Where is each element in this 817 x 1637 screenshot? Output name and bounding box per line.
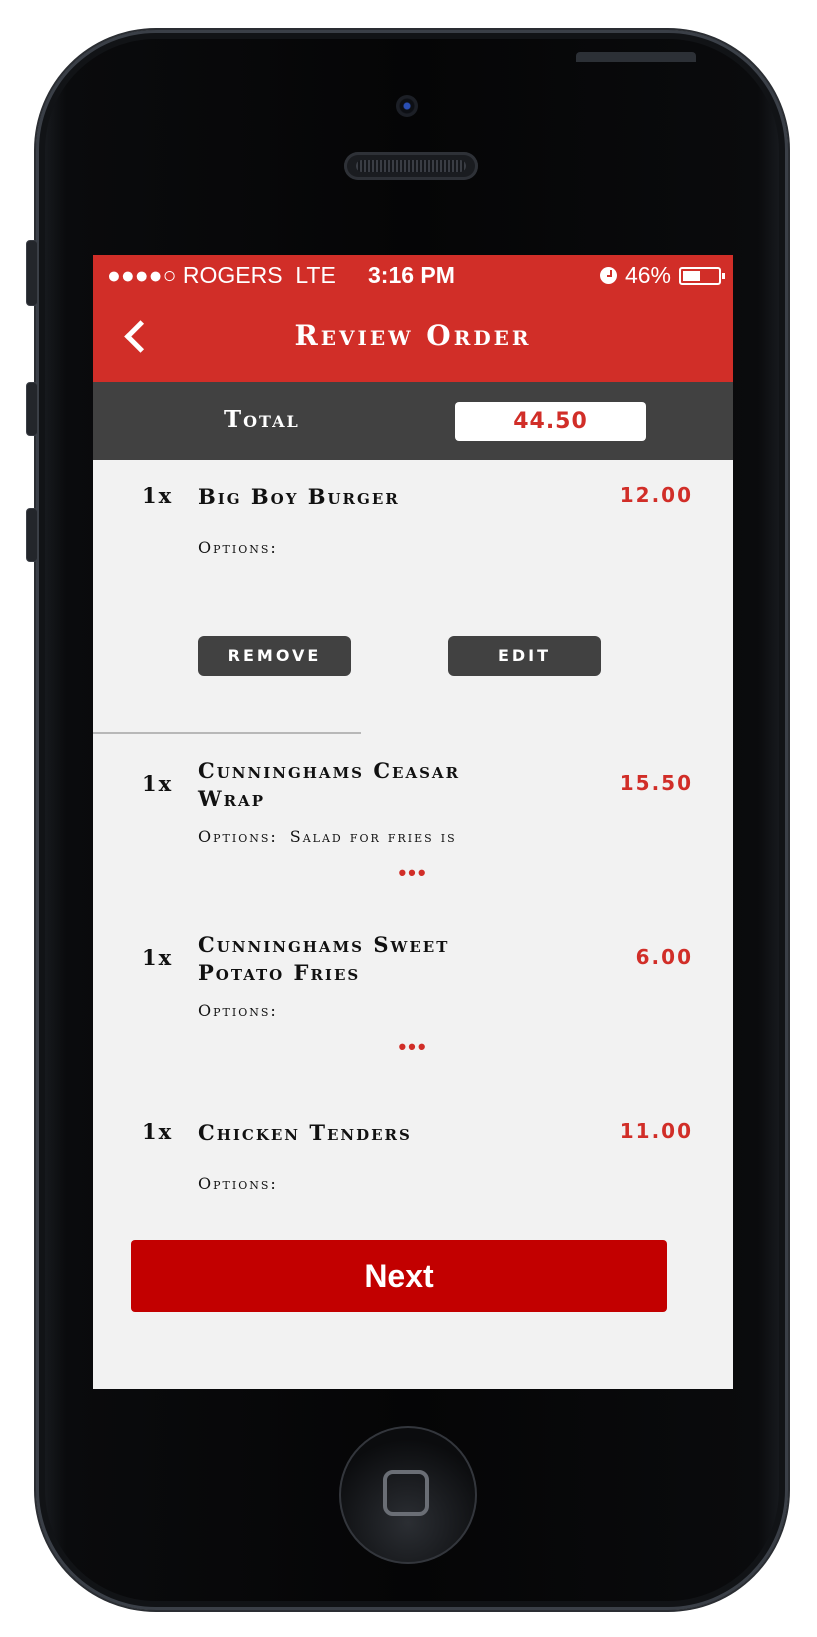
item-quantity: 1x <box>142 483 174 508</box>
item-quantity: 1x <box>142 1119 174 1144</box>
front-camera <box>396 95 418 117</box>
remove-button[interactable]: remove <box>198 636 351 676</box>
item-options: Options: <box>198 1001 290 1020</box>
battery-icon <box>679 266 725 285</box>
options-value: Salad for fries is <box>289 827 457 846</box>
status-bar: ●●●●○ ROGERS LTE 3:16 PM 46% <box>93 255 733 295</box>
alarm-icon <box>599 267 617 284</box>
power-button <box>576 52 696 62</box>
more-options-ellipsis[interactable]: ••• <box>93 862 733 884</box>
item-options: Options: <box>198 538 290 557</box>
total-label: Total <box>224 406 300 433</box>
item-divider <box>93 732 361 734</box>
item-name: Cunninghams Sweet Potato Fries <box>198 932 450 985</box>
item-price: 12.00 <box>619 483 693 507</box>
more-options-ellipsis[interactable]: ••• <box>93 1036 733 1058</box>
options-label: Options: <box>198 538 278 557</box>
home-button[interactable] <box>339 1426 477 1564</box>
item-name: Cunninghams Ceasar Wrap <box>198 758 461 811</box>
network-type: LTE <box>295 262 336 288</box>
total-value: 44.50 <box>455 402 646 441</box>
earpiece-speaker <box>344 152 478 180</box>
options-label: Options: <box>198 1001 278 1020</box>
item-price: 11.00 <box>619 1119 693 1143</box>
item-price: 15.50 <box>619 771 693 795</box>
item-quantity: 1x <box>142 945 174 970</box>
next-button[interactable]: Next <box>131 1240 667 1312</box>
item-price: 6.00 <box>635 945 693 969</box>
order-item[interactable]: 1x Cunninghams Sweet Potato Fries 6.00 O… <box>93 931 733 1061</box>
order-item[interactable]: 1x Big Boy Burger 12.00 Options: remove … <box>93 483 733 713</box>
home-square-icon <box>383 1470 429 1516</box>
order-item[interactable]: 1x Cunninghams Ceasar Wrap 15.50 Options… <box>93 757 733 887</box>
edit-button[interactable]: edit <box>448 636 601 676</box>
battery-percent: 46% <box>624 262 671 288</box>
carrier: ●●●●○ ROGERS <box>107 262 283 288</box>
item-name: Big Boy Burger <box>198 484 400 509</box>
item-options: Options: <box>198 1174 290 1193</box>
status-right: 46% <box>599 262 725 289</box>
clock: 3:16 PM <box>368 262 455 288</box>
app-screen: ●●●●○ ROGERS LTE 3:16 PM 46% Review Orde… <box>93 255 733 1389</box>
item-quantity: 1x <box>142 771 174 796</box>
page-title: Review Order <box>294 319 532 352</box>
navigation-bar: Review Order <box>93 295 733 382</box>
total-bar: Total 44.50 <box>93 382 733 460</box>
item-options: Options: Salad for fries is <box>198 827 457 846</box>
options-label: Options: <box>198 827 278 846</box>
item-name: Chicken Tenders <box>198 1120 412 1145</box>
options-label: Options: <box>198 1174 278 1193</box>
volume-down-button <box>26 508 38 562</box>
order-item[interactable]: 1x Chicken Tenders 11.00 Options: <box>93 1119 733 1209</box>
carrier-info: ●●●●○ ROGERS LTE <box>107 262 336 289</box>
volume-up-button <box>26 382 38 436</box>
mute-switch <box>26 240 38 306</box>
